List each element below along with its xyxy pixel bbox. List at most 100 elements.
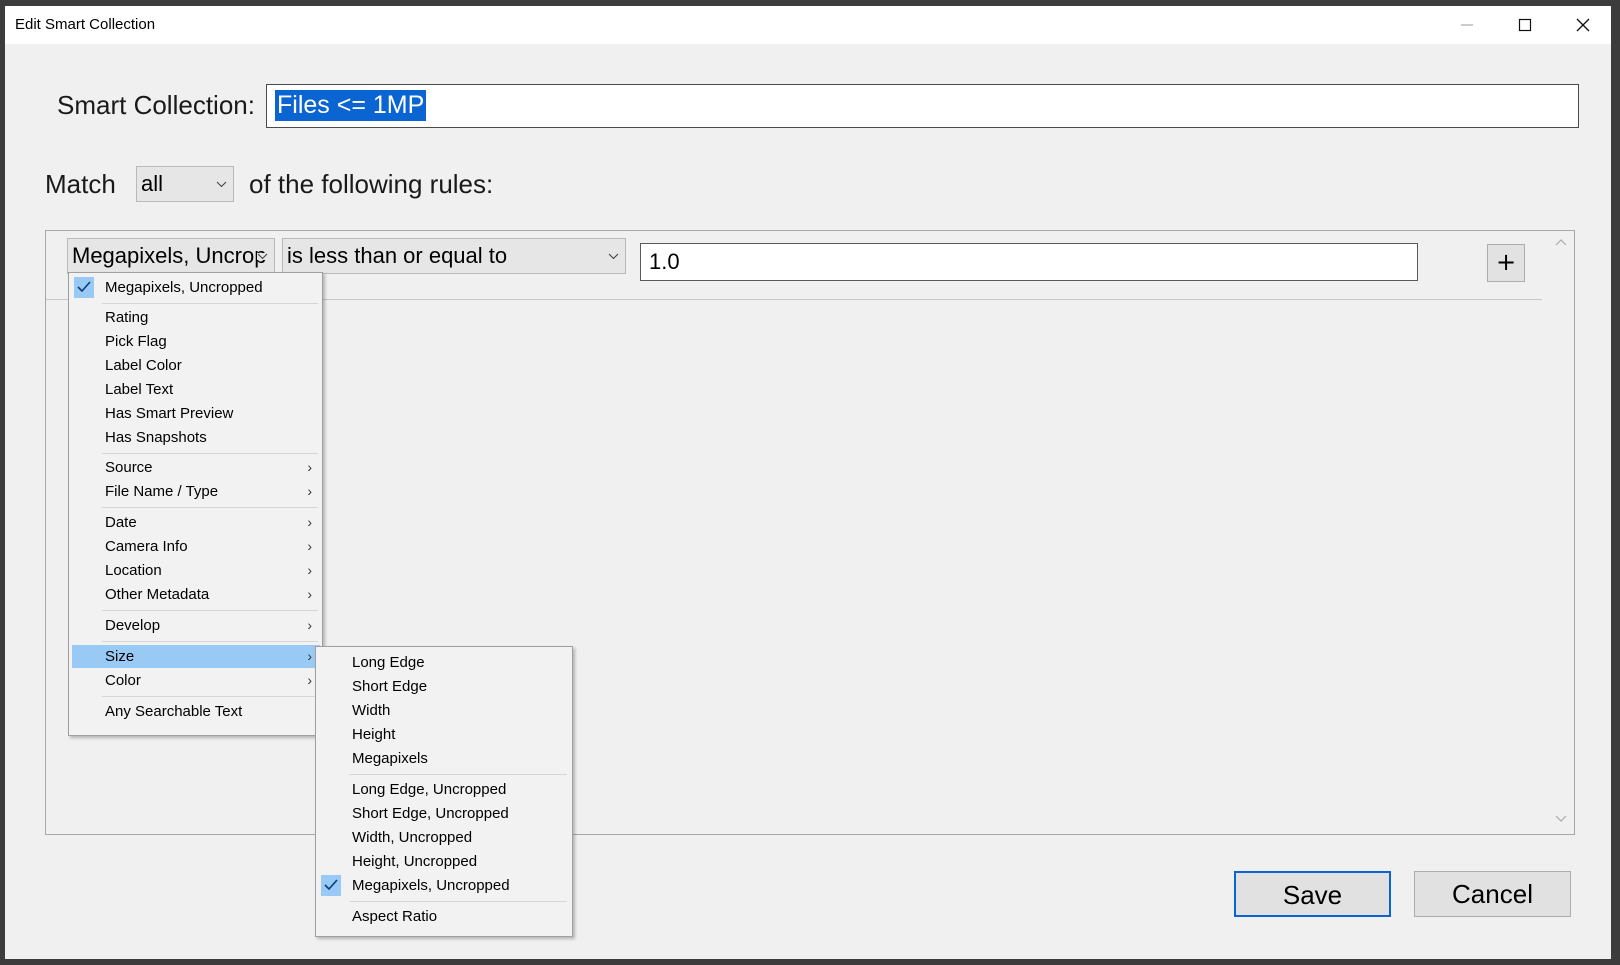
menu-item-label: Has Snapshots: [105, 429, 207, 446]
match-select-value: all: [141, 171, 164, 196]
close-icon: [1576, 18, 1590, 32]
menu-item-label: Camera Info: [105, 538, 188, 555]
title-bar: Edit Smart Collection: [5, 6, 1611, 44]
menu-item-label: Megapixels: [352, 750, 428, 767]
chevron-right-icon: ›: [307, 586, 312, 602]
chevron-down-icon: [257, 253, 268, 260]
menu-separator: [102, 303, 318, 304]
menu-separator: [102, 696, 318, 697]
menu-item-size[interactable]: Size ›: [72, 645, 320, 668]
checkmark-box: [74, 277, 94, 298]
menu-item-label: Megapixels, Uncropped: [105, 279, 263, 296]
menu-item-label: Other Metadata: [105, 586, 210, 603]
submenu-item-height-uncropped[interactable]: Height, Uncropped: [319, 850, 569, 873]
checkmark-box: [321, 875, 341, 896]
cancel-button[interactable]: Cancel: [1414, 871, 1571, 917]
chevron-down-icon: [608, 253, 619, 260]
menu-item-rating[interactable]: Rating: [72, 306, 320, 329]
submenu-item-aspect-ratio[interactable]: Aspect Ratio: [319, 905, 569, 928]
menu-item-label: Label Text: [105, 381, 174, 398]
menu-item-label: Source: [105, 459, 153, 476]
menu-item-label: Date: [105, 514, 137, 531]
rule-operator-value: is less than or equal to: [287, 243, 508, 268]
menu-item-date[interactable]: Date ›: [72, 511, 320, 534]
menu-item-label-color[interactable]: Label Color: [72, 354, 320, 377]
menu-separator: [102, 453, 318, 454]
collection-name-value: Files <= 1MP: [275, 90, 427, 121]
add-rule-button[interactable]: +: [1487, 244, 1525, 282]
save-button[interactable]: Save: [1234, 871, 1391, 917]
minimize-button[interactable]: [1438, 6, 1496, 44]
chevron-right-icon: ›: [307, 483, 312, 499]
menu-item-label: Any Searchable Text: [105, 703, 243, 720]
chevron-right-icon: ›: [307, 617, 312, 633]
menu-item-label: Size: [105, 648, 135, 665]
menu-item-label: Aspect Ratio: [352, 908, 438, 925]
menu-item-label: Long Edge: [352, 654, 425, 671]
menu-item-any-searchable-text[interactable]: Any Searchable Text: [72, 700, 320, 723]
chevron-right-icon: ›: [307, 672, 312, 688]
menu-item-label: Megapixels, Uncropped: [352, 877, 510, 894]
menu-item-camera-info[interactable]: Camera Info ›: [72, 535, 320, 558]
menu-item-develop[interactable]: Develop ›: [72, 614, 320, 637]
maximize-button[interactable]: [1496, 6, 1554, 44]
chevron-right-icon: ›: [307, 648, 312, 664]
menu-item-label: Height, Uncropped: [352, 853, 478, 870]
scroll-up-icon[interactable]: [1554, 237, 1568, 247]
menu-separator: [102, 507, 318, 508]
rule-field-select[interactable]: Megapixels, Uncrop: [67, 238, 275, 274]
menu-item-file-name-type[interactable]: File Name / Type ›: [72, 480, 320, 503]
collection-name-label: Smart Collection:: [57, 90, 255, 120]
chevron-right-icon: ›: [307, 538, 312, 554]
submenu-item-width[interactable]: Width: [319, 699, 569, 722]
close-button[interactable]: [1554, 6, 1612, 44]
checkmark-icon: [77, 281, 91, 293]
menu-item-pick-flag[interactable]: Pick Flag: [72, 330, 320, 353]
size-submenu: Long Edge Short Edge Width Height Megapi…: [315, 646, 573, 937]
match-label: Match: [45, 169, 116, 199]
chevron-right-icon: ›: [307, 562, 312, 578]
menu-item-other-metadata[interactable]: Other Metadata ›: [72, 583, 320, 606]
menu-item-label: Color: [105, 672, 141, 689]
menu-item-label: Long Edge, Uncropped: [352, 781, 507, 798]
minimize-icon: [1461, 24, 1473, 26]
submenu-item-megapixels[interactable]: Megapixels: [319, 747, 569, 770]
menu-separator: [349, 901, 567, 902]
menu-item-label: Short Edge, Uncropped: [352, 805, 509, 822]
match-select[interactable]: all: [136, 166, 234, 202]
menu-item-has-smart-preview[interactable]: Has Smart Preview: [72, 402, 320, 425]
menu-item-label: Location: [105, 562, 162, 579]
scroll-down-icon[interactable]: [1554, 814, 1568, 824]
menu-item-source[interactable]: Source ›: [72, 456, 320, 479]
submenu-item-short-edge[interactable]: Short Edge: [319, 675, 569, 698]
rule-field-value: Megapixels, Uncrop: [72, 243, 267, 268]
submenu-item-height[interactable]: Height: [319, 723, 569, 746]
edit-smart-collection-dialog: Edit Smart Collection Smart Collection: …: [5, 6, 1611, 959]
checkmark-icon: [324, 879, 338, 891]
chevron-right-icon: ›: [307, 514, 312, 530]
menu-item-location[interactable]: Location ›: [72, 559, 320, 582]
menu-item-label: Width, Uncropped: [352, 829, 473, 846]
menu-item-label: Height: [352, 726, 396, 743]
submenu-item-long-edge-uncropped[interactable]: Long Edge, Uncropped: [319, 778, 569, 801]
menu-item-label: Label Color: [105, 357, 182, 374]
menu-item-checked[interactable]: Megapixels, Uncropped: [72, 276, 320, 299]
collection-name-input[interactable]: Files <= 1MP: [266, 84, 1579, 128]
rule-operator-select[interactable]: is less than or equal to: [282, 238, 626, 274]
submenu-item-short-edge-uncropped[interactable]: Short Edge, Uncropped: [319, 802, 569, 825]
submenu-item-long-edge[interactable]: Long Edge: [319, 651, 569, 674]
match-suffix-label: of the following rules:: [249, 169, 494, 199]
menu-item-label: File Name / Type: [105, 483, 219, 500]
menu-item-has-snapshots[interactable]: Has Snapshots: [72, 426, 320, 449]
menu-item-label: Short Edge: [352, 678, 428, 695]
menu-separator: [349, 774, 567, 775]
menu-item-label: Develop: [105, 617, 161, 634]
submenu-item-megapixels-uncropped[interactable]: Megapixels, Uncropped: [319, 874, 569, 897]
maximize-icon: [1518, 18, 1532, 32]
submenu-item-width-uncropped[interactable]: Width, Uncropped: [319, 826, 569, 849]
menu-item-label-text[interactable]: Label Text: [72, 378, 320, 401]
menu-item-color[interactable]: Color ›: [72, 669, 320, 692]
window-title: Edit Smart Collection: [15, 16, 156, 33]
menu-separator: [102, 610, 318, 611]
rule-value-input[interactable]: 1.0: [640, 243, 1418, 281]
